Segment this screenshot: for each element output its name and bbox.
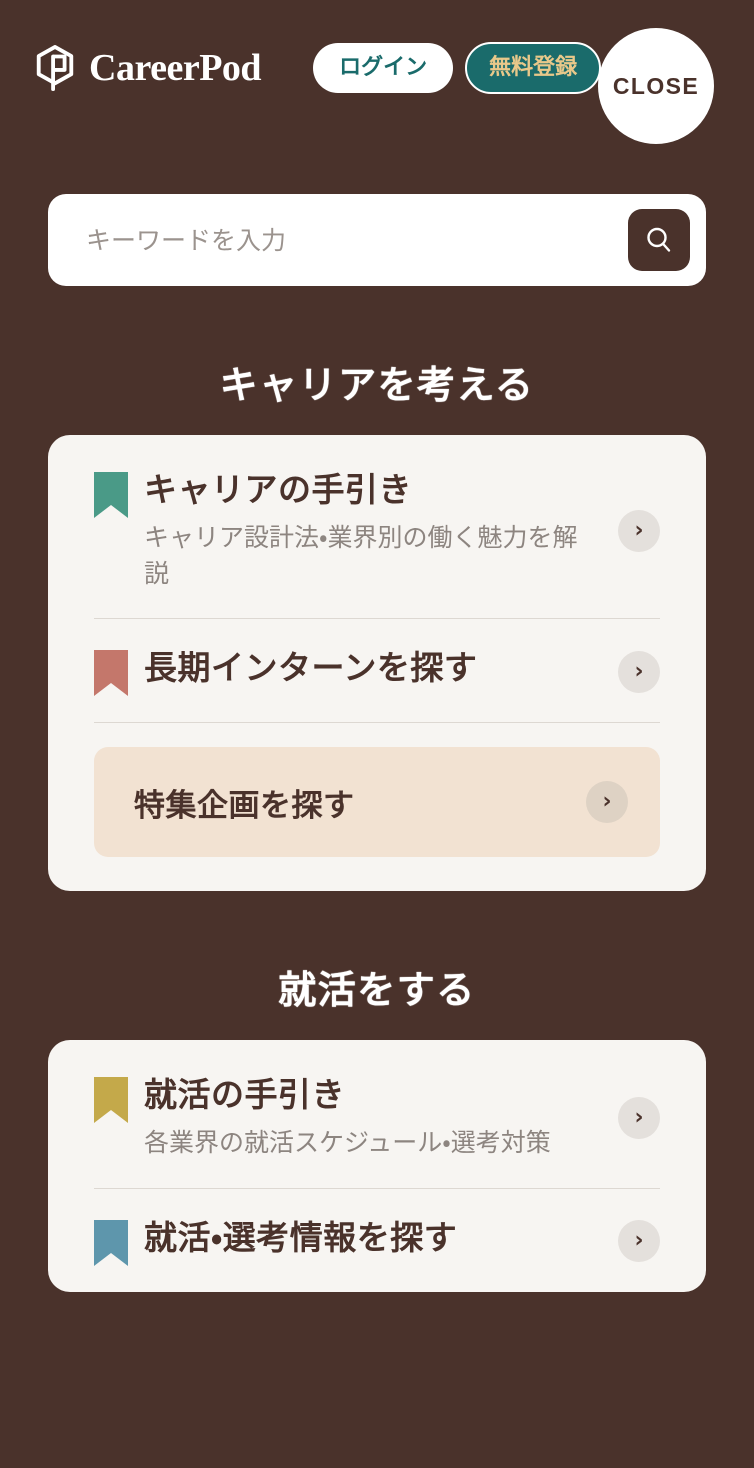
header-actions: ログイン 無料登録 (313, 42, 602, 94)
menu-item-text: キャリアの手引き キャリア設計法・業界別の働く魅力を解説 (144, 469, 618, 592)
menu-item-label: キャリアの手引き (144, 470, 412, 509)
menu-item-long-internship[interactable]: 長期インターンを探す › (48, 619, 706, 722)
search-icon (647, 227, 671, 252)
divider (94, 722, 660, 724)
menu-item-label: 長期インターンを探す (144, 648, 478, 688)
search-button[interactable] (628, 209, 690, 271)
menu-item-jobhunt-info[interactable]: 就活・選考情報を探す › (48, 1189, 706, 1292)
bookmark-icon (94, 1219, 128, 1266)
chevron-right-icon[interactable]: › (618, 650, 660, 693)
close-button[interactable]: CLOSE (598, 28, 714, 144)
bookmark-icon (94, 650, 128, 697)
brand-name: CareerPod (89, 47, 262, 89)
menu-item-text: 長期インターンを探す (144, 647, 618, 690)
menu-item-career-guide[interactable]: キャリアの手引き キャリア設計法・業界別の働く魅力を解説 › (48, 441, 706, 618)
section-card-career: キャリアの手引き キャリア設計法・業界別の働く魅力を解説 › 長期インターンを探… (48, 435, 706, 892)
chevron-right-icon[interactable]: › (618, 509, 660, 552)
hexagon-p-logo-icon (36, 45, 74, 91)
bookmark-icon (94, 1077, 128, 1124)
menu-item-description: キャリア設計法・業界別の働く魅力を解説 (144, 522, 578, 589)
featured-link-special-projects[interactable]: 特集企画を探す › (94, 747, 660, 858)
menu-item-label: 就活の手引き (144, 1075, 345, 1115)
menu-item-text: 就活・選考情報を探す (144, 1217, 618, 1260)
mobile-menu-overlay: CareerPod ログイン 無料登録 CLOSE キャリアを考える キャリアの… (0, 0, 754, 1468)
menu-item-label: 就活・選考情報を探す (144, 1217, 458, 1257)
bookmark-icon (94, 472, 128, 518)
login-button[interactable]: ログイン (313, 43, 454, 93)
chevron-right-icon[interactable]: › (586, 781, 628, 824)
chevron-right-icon[interactable]: › (618, 1096, 660, 1139)
menu-item-text: 就活の手引き 各業界の就活スケジュール・選考対策 (144, 1074, 618, 1161)
menu-item-description: 各業界の就活スケジュール・選考対策 (144, 1128, 551, 1158)
featured-label: 特集企画を探す (134, 787, 355, 824)
brand[interactable]: CareerPod (34, 45, 262, 91)
search-input[interactable] (86, 194, 628, 286)
register-button[interactable]: 無料登録 (465, 42, 602, 94)
section-card-jobhunt: 就活の手引き 各業界の就活スケジュール・選考対策 › 就活・選考情報を探す › (48, 1040, 706, 1292)
chevron-right-icon[interactable]: › (618, 1220, 660, 1263)
header: CareerPod ログイン 無料登録 CLOSE (0, 0, 754, 170)
menu-item-jobhunt-guide[interactable]: 就活の手引き 各業界の就活スケジュール・選考対策 › (48, 1046, 706, 1187)
search-bar (48, 194, 706, 286)
section-title-career: キャリアを考える (219, 363, 535, 407)
section-title-jobhunt: 就活をする (278, 968, 476, 1013)
